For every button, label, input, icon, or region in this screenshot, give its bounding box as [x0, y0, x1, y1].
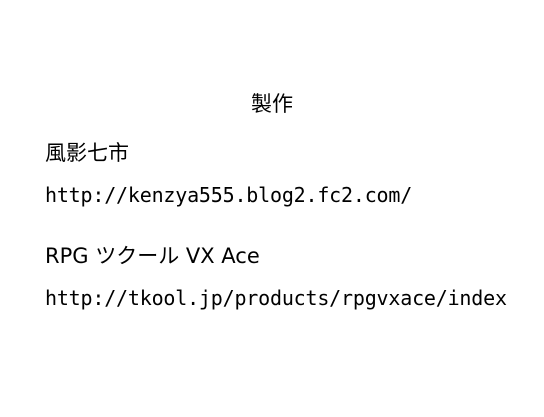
credits-screen: 製作 風影七市 http://kenzya555.blog2.fc2.com/ …	[0, 0, 544, 417]
author-url: http://kenzya555.blog2.fc2.com/	[45, 183, 413, 207]
tool-name: RPG ツクール VX Ace	[45, 244, 260, 268]
tool-url: http://tkool.jp/products/rpgvxace/index	[45, 286, 507, 310]
author-name: 風影七市	[45, 141, 129, 165]
credits-heading: 製作	[251, 92, 293, 116]
